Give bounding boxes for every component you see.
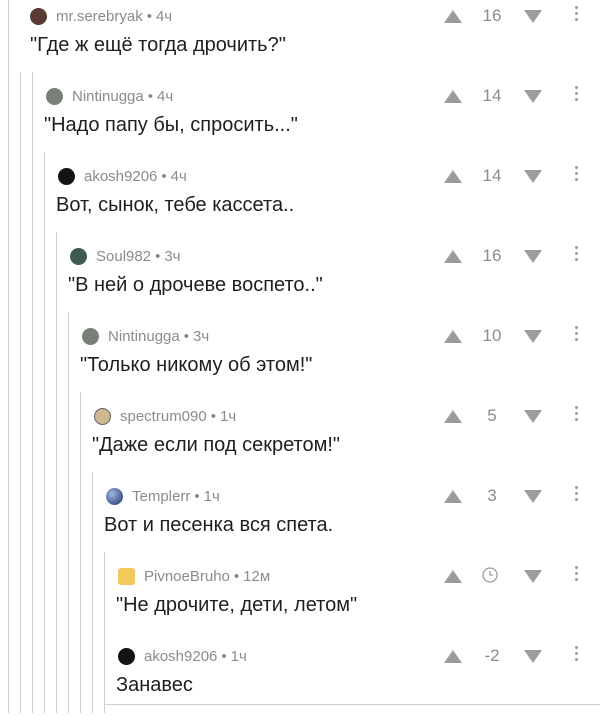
comment-time: 4ч [156, 87, 174, 105]
upvote-icon[interactable] [444, 170, 462, 183]
more-options-icon[interactable] [572, 166, 580, 181]
more-options-icon[interactable] [572, 326, 580, 341]
comment: akosh9206 • 1ч Занавес -2 [0, 640, 600, 720]
comment-score: -2 [484, 646, 500, 665]
avatar[interactable] [82, 327, 99, 345]
downvote-icon[interactable] [524, 330, 542, 343]
comment-time: 1ч [203, 487, 220, 505]
meta-separator: • [183, 327, 189, 345]
comment: PivnoeBruho • 12м "Не дрочите, дети, лет… [0, 560, 600, 640]
avatar[interactable] [30, 7, 47, 25]
comment-text: "Надо папу бы, спросить..." [44, 114, 298, 136]
meta-separator: • [210, 407, 216, 425]
meta-separator: • [161, 167, 167, 185]
comment-score: 10 [482, 326, 502, 345]
comment-time: 1ч [230, 647, 247, 665]
username[interactable]: akosh9206 [144, 648, 217, 665]
username[interactable]: Soul982 [96, 248, 151, 265]
comment-time: 1ч [219, 407, 237, 425]
username[interactable]: Templerr [132, 488, 190, 505]
comment: Nintinugga • 4ч "Надо папу бы, спросить.… [0, 80, 600, 160]
comment-text: "В ней о дрочеве воспето.." [68, 274, 323, 296]
comment-score: 14 [482, 166, 502, 185]
comment-time: 3ч [192, 327, 210, 345]
avatar[interactable] [118, 567, 135, 585]
comment-time: 12м [243, 567, 271, 585]
upvote-icon[interactable] [444, 570, 462, 583]
comment-score: 14 [482, 86, 502, 105]
more-options-icon[interactable] [572, 486, 580, 501]
upvote-icon[interactable] [444, 650, 462, 663]
avatar[interactable] [94, 407, 111, 425]
downvote-icon[interactable] [524, 410, 542, 423]
meta-separator: • [221, 647, 227, 665]
comment-text: "Где ж ещё тогда дрочить?" [30, 34, 286, 56]
comment-score: 3 [487, 486, 497, 505]
comment-score: 16 [482, 6, 502, 25]
username[interactable]: mr.serebryak [56, 8, 143, 25]
comment-text: Занавес [116, 674, 193, 696]
comment: akosh9206 • 4ч Вот, сынок, тебе кассета.… [0, 160, 600, 240]
comment: spectrum090 • 1ч "Даже если под секретом… [0, 400, 600, 480]
username[interactable]: PivnoeBruho [144, 568, 230, 585]
comment-time: 4ч [170, 167, 187, 185]
meta-separator: • [194, 487, 200, 505]
upvote-icon[interactable] [444, 250, 462, 263]
username[interactable]: Nintinugga [72, 88, 144, 105]
username[interactable]: akosh9206 [84, 168, 157, 185]
comment-text: Вот и песенка вся спета. [104, 514, 334, 536]
downvote-icon[interactable] [524, 570, 542, 583]
avatar[interactable] [58, 167, 75, 185]
more-options-icon[interactable] [572, 406, 580, 421]
meta-separator: • [147, 87, 153, 105]
upvote-icon[interactable] [444, 10, 462, 23]
upvote-icon[interactable] [444, 330, 462, 343]
comment-text: "Даже если под секретом!" [92, 434, 341, 456]
avatar[interactable] [46, 87, 63, 105]
avatar[interactable] [118, 647, 135, 665]
comment: Nintinugga • 3ч "Только никому об этом!"… [0, 320, 600, 400]
comment-score: 16 [482, 246, 502, 265]
downvote-icon[interactable] [524, 650, 542, 663]
avatar[interactable] [70, 247, 87, 265]
comment: mr.serebryak • 4ч "Где ж ещё тогда дрочи… [0, 0, 600, 80]
comment-text: "Только никому об этом!" [80, 354, 313, 376]
downvote-icon[interactable] [524, 90, 542, 103]
comment-text: "Не дрочите, дети, летом" [116, 594, 358, 616]
meta-separator: • [146, 7, 152, 25]
username[interactable]: Nintinugga [108, 328, 180, 345]
clock-icon [482, 567, 498, 583]
upvote-icon[interactable] [444, 410, 462, 423]
comment: Templerr • 1ч Вот и песенка вся спета. 3 [0, 480, 600, 560]
comment-text: Вот, сынок, тебе кассета.. [56, 194, 295, 216]
comment-time: 3ч [164, 247, 181, 265]
avatar[interactable] [106, 487, 123, 505]
comment-time: 4ч [155, 7, 173, 25]
downvote-icon[interactable] [524, 490, 542, 503]
more-options-icon[interactable] [572, 246, 580, 261]
downvote-icon[interactable] [524, 250, 542, 263]
downvote-icon[interactable] [524, 10, 542, 23]
comment: Soul982 • 3ч "В ней о дрочеве воспето.."… [0, 240, 600, 320]
downvote-icon[interactable] [524, 170, 542, 183]
username[interactable]: spectrum090 [120, 408, 207, 425]
more-options-icon[interactable] [572, 6, 580, 21]
upvote-icon[interactable] [444, 490, 462, 503]
upvote-icon[interactable] [444, 90, 462, 103]
comment-score: 5 [487, 406, 497, 425]
more-options-icon[interactable] [572, 646, 580, 661]
meta-separator: • [233, 567, 240, 585]
meta-separator: • [155, 247, 161, 265]
more-options-icon[interactable] [572, 86, 580, 101]
more-options-icon[interactable] [572, 566, 580, 581]
